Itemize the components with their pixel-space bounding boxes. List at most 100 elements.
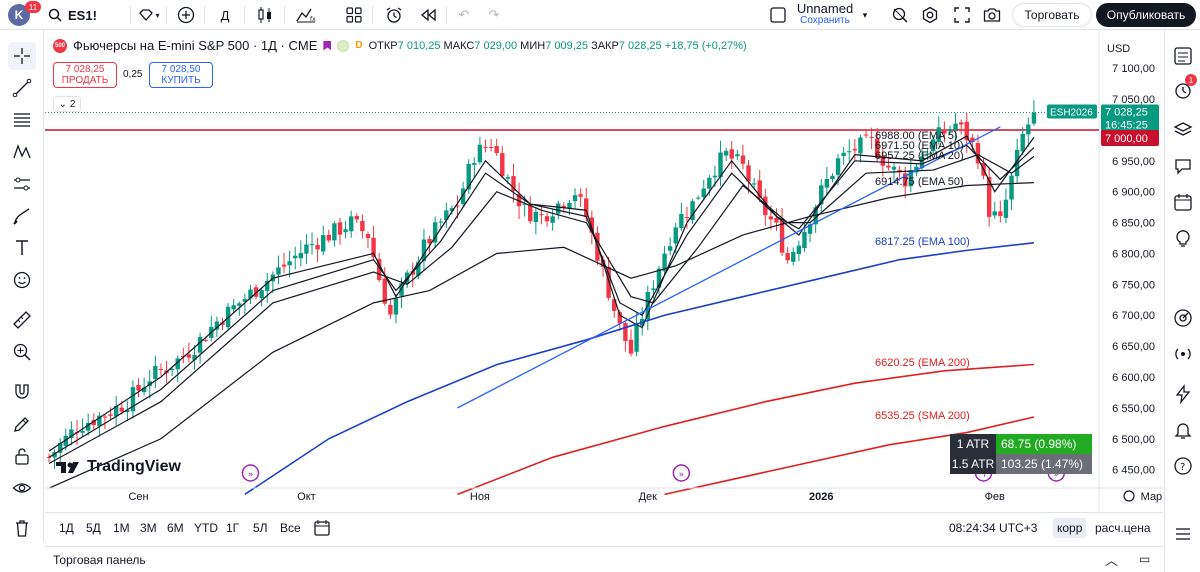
watchlist-button[interactable] [1171,44,1195,68]
news-button[interactable] [1171,382,1195,406]
date-range-button[interactable] [313,518,331,538]
price-tick-label: 6 800,00 [1112,248,1155,260]
crosshair-tool[interactable] [8,42,36,70]
timeframe-button[interactable]: 5Л [253,518,268,538]
prediction-icon [14,177,30,191]
brush-tool[interactable] [8,202,36,230]
lock-drawings-tool[interactable] [8,442,36,470]
signals-button[interactable] [1171,342,1195,366]
emoji-tool[interactable] [8,266,36,294]
expand-icon[interactable]: ︿ [1105,550,1118,569]
maximize-icon[interactable]: ▭ [1139,552,1150,566]
adjust-toggle[interactable]: корр [1053,518,1087,538]
layout-name: Unnamed [796,1,854,16]
magnet-tool[interactable] [8,378,36,406]
text-tool[interactable] [8,234,36,262]
remove-drawings-tool[interactable] [8,514,36,542]
calendar-button[interactable] [1171,190,1195,214]
timeframe-button[interactable]: YTD [194,518,218,538]
spread-text: 0,25 [123,69,143,80]
timeframe-button[interactable]: 1М [113,518,130,538]
chart-type-button[interactable] [252,0,278,30]
pattern-tool[interactable] [8,138,36,166]
open-value: 7 010,25 [397,39,441,52]
replay-button[interactable] [414,0,442,30]
snapshot-button[interactable] [980,0,1004,30]
ideas-button[interactable] [1171,226,1195,250]
prediction-tool[interactable] [8,170,36,198]
undo-button[interactable]: ↶ [452,0,476,30]
settlement-toggle[interactable]: расч.цена [1095,518,1151,538]
quick-search-button[interactable] [888,0,912,30]
delay-tag: D [355,40,363,51]
candle-body [891,166,897,170]
layout-name-button[interactable]: Unnamed Сохранить [792,0,858,30]
candle-body [751,183,757,185]
zoom-tool[interactable] [8,338,36,366]
layout-menu-chevron[interactable]: ▾ [858,0,872,30]
interval-button[interactable]: Д [212,0,238,30]
candle-body [841,152,846,156]
signal-icon [1175,348,1191,360]
chat-button[interactable] [1171,154,1195,178]
hide-drawings-tool[interactable] [8,474,36,502]
indicators-icon: fx [296,8,316,23]
hline-price-label: 7 000,00 [1105,133,1148,145]
sell-button[interactable]: 7 028,25 ПРОДАТЬ [53,62,117,88]
atr-label: 1 ATR [950,434,996,454]
candle-body [869,136,874,138]
close-label: ЗАКР [591,39,619,52]
avatar-letter: K [14,8,24,22]
help-button[interactable]: ? [1171,454,1195,478]
publish-button[interactable]: Опубликовать [1096,3,1196,27]
symbol-name: ES1! [68,7,97,23]
clock-display[interactable]: 08:24:34 UTC+3 [949,518,1037,538]
menu-button[interactable] [1171,522,1195,546]
alerts-button[interactable]: 1 [1171,74,1197,102]
stay-drawing-tool[interactable] [8,410,36,438]
measure-tool[interactable] [8,306,36,334]
chart-title[interactable]: Фьючерсы на E-mini S&P 500 · 1Д · CME [73,38,317,53]
currency-label[interactable]: USD [1107,43,1130,55]
trading-panel-bar[interactable]: Торговая панель ︿ ▭ [45,546,1163,572]
layout-checkbox[interactable] [768,0,788,30]
candle-body [550,216,555,223]
fib-tool[interactable] [8,106,36,134]
chart-pane[interactable]: USD 7 100,00 7 050,00 7 000,00 6 950,00 6 900… [45,30,1163,512]
bookmark-icon[interactable] [323,40,332,51]
symbol-badge: 500 [54,42,65,49]
timeframe-button[interactable]: 1Г [226,518,239,538]
indicators-button[interactable]: fx [292,0,320,30]
fullscreen-button[interactable] [950,0,974,30]
trade-button[interactable]: Торговать [1012,3,1092,27]
object-tree-button[interactable] [1171,118,1195,142]
trendline-tool[interactable] [8,74,36,102]
templates-button[interactable] [340,0,368,30]
scanner-button[interactable] [1171,306,1195,330]
alert-button[interactable] [380,0,408,30]
timeframe-button[interactable]: 1Д [59,518,74,538]
compare-symbol-button[interactable] [172,0,200,30]
plus-circle-icon [177,6,195,24]
notifications-button[interactable] [1171,418,1195,442]
settings-button[interactable] [918,0,942,30]
low-value: 7 009,25 [545,39,589,52]
candle-body [197,336,203,353]
trash-icon [16,520,28,537]
symbol-search-button[interactable]: ES1! [48,0,128,30]
ruler-icon [13,311,31,329]
timeframe-button[interactable]: Все [280,518,301,538]
drawing-toolbar [0,30,44,542]
candle-body [701,188,706,198]
symbol-tools-button[interactable]: ▾ [134,0,164,30]
buy-button[interactable]: 7 028,50 КУПИТЬ [149,62,213,88]
square-icon [770,7,786,23]
redo-button[interactable]: ↷ [482,0,506,30]
timeframe-button[interactable]: 5Д [86,518,101,538]
timeframe-button[interactable]: 3М [140,518,157,538]
timeframe-button[interactable]: 6М [167,518,184,538]
calendar-icon [1174,194,1192,211]
candle-body [830,175,835,180]
indicators-collapse-button[interactable]: ⌄ 2 [53,96,81,112]
candle-body [634,325,639,352]
